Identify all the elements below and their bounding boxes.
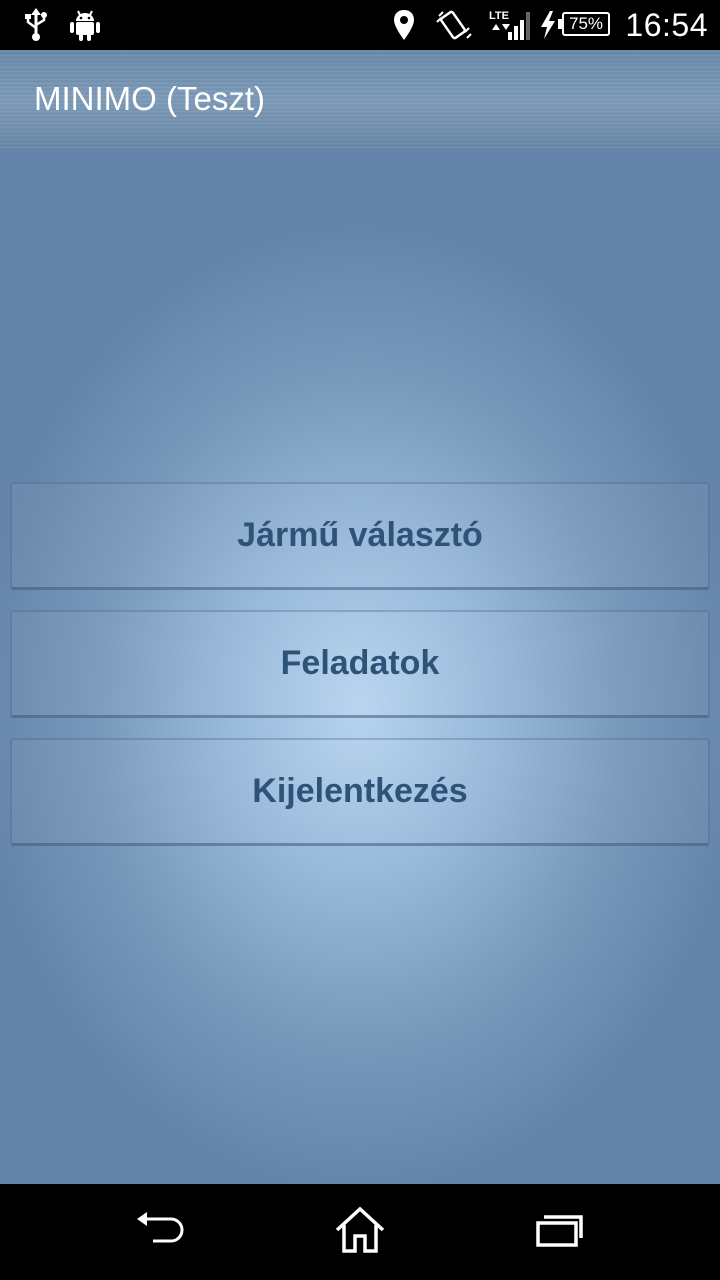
battery-indicator: 75% <box>558 12 610 36</box>
location-icon <box>390 0 418 50</box>
android-icon <box>68 0 102 50</box>
vibrate-icon <box>434 0 474 50</box>
tasks-label: Feladatok <box>280 644 440 682</box>
recent-apps-icon <box>535 1212 585 1253</box>
status-bar: LTE 75% 16:54 <box>0 0 720 50</box>
usb-icon <box>20 0 52 50</box>
main-content: Jármű választó Feladatok Kijelentkezés <box>0 148 720 1184</box>
vehicle-selector-button[interactable]: Jármű választó <box>10 482 710 590</box>
action-bar: MINIMO (Teszt) <box>0 50 720 148</box>
recent-apps-button[interactable] <box>490 1184 630 1280</box>
charging-icon <box>538 0 558 50</box>
logout-button[interactable]: Kijelentkezés <box>10 738 710 846</box>
home-button[interactable] <box>290 1184 430 1280</box>
vehicle-selector-label: Jármű választó <box>237 516 483 554</box>
back-button[interactable] <box>90 1184 230 1280</box>
lte-signal-icon: LTE <box>488 0 530 50</box>
home-icon <box>333 1206 387 1259</box>
screen: LTE 75% 16:54 MINIMO (Teszt) Jármű válas… <box>0 0 720 1280</box>
logout-label: Kijelentkezés <box>252 772 468 810</box>
app-title: MINIMO (Teszt) <box>34 80 265 117</box>
navigation-bar <box>0 1184 720 1280</box>
lte-label: LTE <box>489 10 509 22</box>
back-icon <box>135 1211 185 1254</box>
tasks-button[interactable]: Feladatok <box>10 610 710 718</box>
status-clock: 16:54 <box>625 7 708 43</box>
